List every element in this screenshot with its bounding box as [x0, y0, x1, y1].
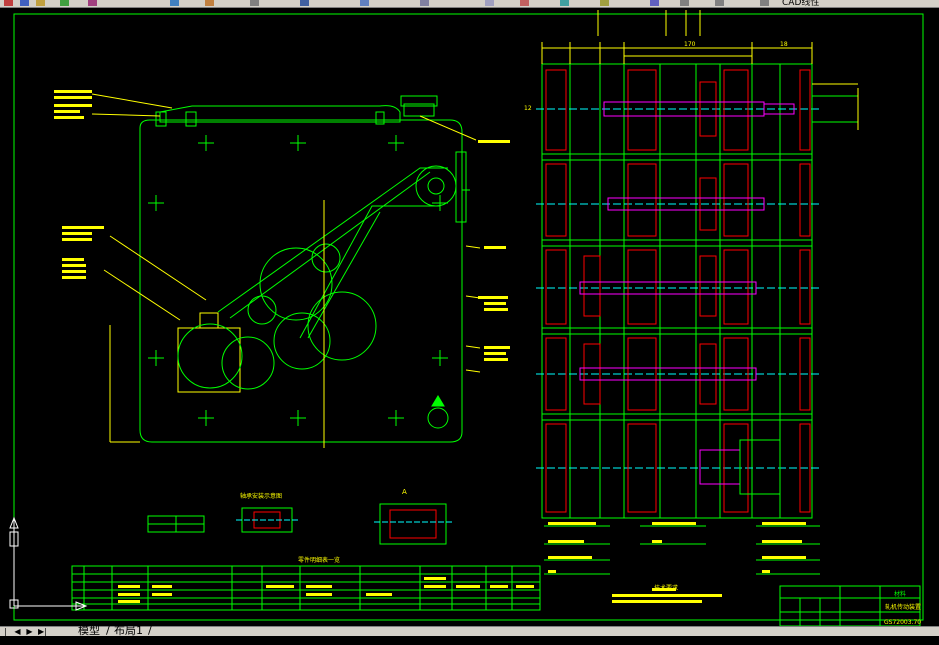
toolbar-icon[interactable] [36, 0, 45, 6]
toolbar: CAD线性 [0, 0, 939, 8]
shaft-section-view [536, 63, 820, 519]
callout-labels [54, 90, 510, 361]
bearing-detail-title: 轴承安装示意图 [240, 492, 282, 500]
bearing-detail [236, 507, 298, 533]
toolbar-icon[interactable] [600, 0, 609, 6]
toolbar-icon[interactable] [485, 0, 494, 6]
shafts [579, 101, 795, 495]
hatched-walls [545, 69, 811, 513]
tab-separator: / [106, 624, 110, 637]
toolbar-icon[interactable] [360, 0, 369, 6]
callout-leaders [91, 93, 481, 373]
title-drawing-name: 轧机传动装置 [885, 603, 921, 611]
small-table [147, 515, 205, 533]
toolbar-icon[interactable] [20, 0, 29, 6]
toolbar-icon[interactable] [170, 0, 179, 6]
ucs-icon [9, 516, 88, 611]
parts-table-title: 零件明细表一览 [298, 556, 340, 564]
toolbar-icon[interactable] [300, 0, 309, 6]
toolbar-icon[interactable] [560, 0, 569, 6]
seal-detail-title: A [402, 488, 407, 496]
tech-req-title: 技术要求 [654, 584, 678, 592]
top-dimensions [541, 10, 813, 64]
toolbar-icon[interactable] [650, 0, 659, 6]
toolbar-icon[interactable] [205, 0, 214, 6]
dim-side-12: 12 [524, 105, 532, 112]
toolbar-icon[interactable] [520, 0, 529, 6]
title-company: 材料 [894, 590, 906, 598]
tab-layout1[interactable]: 布局1 [114, 625, 143, 637]
toolbar-icon[interactable] [60, 0, 69, 6]
toolbar-title: CAD线性 [782, 0, 820, 8]
tab-model[interactable]: 模型 [78, 625, 100, 637]
dim-top-170: 170 [684, 41, 696, 48]
toolbar-icon[interactable] [715, 0, 724, 6]
dim-right-18: 18 [780, 41, 788, 48]
toolbar-icon[interactable] [250, 0, 259, 6]
toolbar-icon[interactable] [4, 0, 13, 6]
output-shaft [811, 83, 859, 130]
sheet-border [13, 13, 924, 621]
title-drawing-number: GS72003.70 [884, 619, 921, 626]
toolbar-icon[interactable] [760, 0, 769, 6]
toolbar-icon[interactable] [680, 0, 689, 6]
tab-separator: / [148, 624, 152, 637]
cad-drawing[interactable]: 170 18 12 轴承安装示意图 A 零件明细表一览 材料 轧机传动装置 GS… [0, 8, 939, 626]
toolbar-icon[interactable] [88, 0, 97, 6]
seal-detail [374, 503, 452, 545]
drawing-canvas[interactable]: 170 18 12 轴承安装示意图 A 零件明细表一览 材料 轧机传动装置 GS… [0, 8, 939, 626]
toolbar-icon[interactable] [420, 0, 429, 6]
right-view-label-lines [544, 525, 820, 575]
